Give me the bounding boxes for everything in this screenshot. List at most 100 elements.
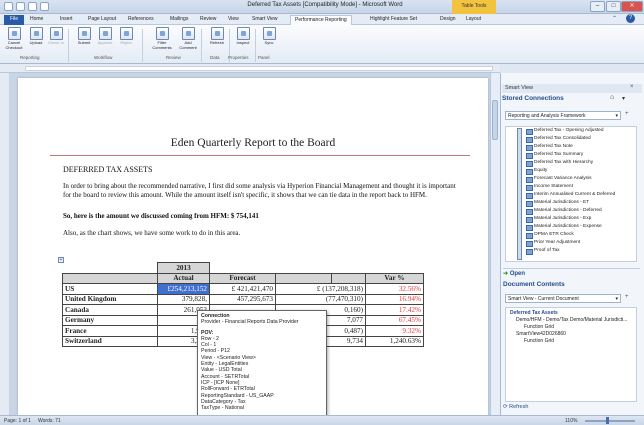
tab-performance-reporting[interactable]: Performance Reporting xyxy=(290,15,352,25)
group-label-panel: Panel xyxy=(258,55,270,60)
tree-item-report[interactable]: Material Jurisdictions - ET xyxy=(525,200,589,207)
doc-tree-root[interactable]: Deferred Tax Assets xyxy=(510,310,558,316)
cell-forecast[interactable]: 457,295,673 xyxy=(209,293,276,305)
close-button[interactable]: ✕ xyxy=(621,1,643,12)
row-label: Switzerland xyxy=(62,335,158,347)
empty-cell xyxy=(210,263,276,274)
tree-item-report[interactable]: Deferred Tax with Hierarchy xyxy=(525,160,593,167)
zoom-level[interactable]: 110% xyxy=(565,418,577,424)
reject-button[interactable]: Reject xyxy=(114,27,138,53)
home-icon[interactable]: ⌂ xyxy=(610,94,614,101)
tree-item-report[interactable]: OPMA ETR Check xyxy=(526,232,574,239)
nav-arrow-icon[interactable]: ▾ xyxy=(622,95,625,102)
maximize-button[interactable]: □ xyxy=(606,1,621,12)
doc-tree-function-grid[interactable]: Function Grid xyxy=(524,338,554,344)
tree-item-report[interactable]: Deferred Tax Summary xyxy=(525,152,583,159)
cell-var-pct[interactable]: 1,240.63% xyxy=(365,335,424,347)
tree-items: Deferred Tax - Opening Adjusted Deferred… xyxy=(520,128,637,262)
group-label-reporting: Reporting xyxy=(20,55,40,60)
cell-actual[interactable]: 379,828, xyxy=(157,293,210,305)
save-icon[interactable] xyxy=(16,2,25,11)
approve-icon xyxy=(98,27,112,40)
check-in-button[interactable]: Check In xyxy=(44,27,68,53)
help-icon[interactable]: ? xyxy=(626,14,635,23)
word-app-icon[interactable] xyxy=(4,2,13,11)
page-count[interactable]: Page: 1 of 1 xyxy=(4,418,31,424)
word-count[interactable]: Words: 71 xyxy=(38,418,61,424)
tree-item-report[interactable]: Forecast Variance Analysis xyxy=(526,176,592,183)
cell-var-pct[interactable]: 67.45% xyxy=(365,314,424,326)
pane-close-icon[interactable]: × xyxy=(630,84,634,90)
tree-item-report[interactable]: Prior Year Adjustment xyxy=(525,240,580,247)
tab-review[interactable]: Review xyxy=(196,15,220,25)
ribbon-collapse-icon[interactable]: ⌃ xyxy=(612,15,617,22)
tree-item-report[interactable]: Material Jurisdictions - Deferred xyxy=(526,208,602,215)
header-forecast: Forecast xyxy=(209,272,276,284)
row-label: United Kingdom xyxy=(62,293,158,305)
tree-item-report[interactable]: Income Statement xyxy=(526,184,573,191)
undo-icon[interactable] xyxy=(28,2,37,11)
tree-item-report[interactable]: Equity xyxy=(525,168,547,175)
doc-tree-connection[interactable]: SmartView42D026860 xyxy=(516,331,566,337)
minimize-button[interactable]: – xyxy=(590,1,605,12)
tab-mailings[interactable]: Mailings xyxy=(166,15,192,25)
cell-variance[interactable]: (77,470,310) xyxy=(275,293,366,305)
add-content-icon[interactable]: + xyxy=(625,294,629,300)
tab-insert[interactable]: Insert xyxy=(56,15,77,25)
tree-item-report[interactable]: Proof of Tax xyxy=(526,248,560,255)
refresh-action[interactable]: ⟳ Refresh xyxy=(503,404,528,410)
refresh-icon xyxy=(210,27,224,40)
tree-item-report[interactable]: Deferred Tax Consolidated xyxy=(526,136,591,143)
header-spacer xyxy=(331,272,366,284)
checkout-icon xyxy=(7,27,21,40)
tab-highlight-feature-set[interactable]: Highlight Feature Set xyxy=(366,15,421,25)
doc-tree-connection[interactable]: Demo/HFM - Demo/Tax Demo/Material Jurisd… xyxy=(516,317,636,323)
add-comment-button[interactable]: Add Comment xyxy=(176,27,200,53)
sync-button[interactable]: Sync xyxy=(257,27,281,53)
refresh-button[interactable]: Refresh xyxy=(205,27,229,53)
connection-select[interactable]: Reporting and Analysis Framework ▾ xyxy=(505,111,621,120)
scrollbar-thumb[interactable] xyxy=(492,100,498,140)
tab-design[interactable]: Design xyxy=(436,15,460,25)
document-select[interactable]: Smart View - Current Document ▾ xyxy=(505,294,621,303)
cell-var-pct[interactable]: 9.32% xyxy=(365,325,424,337)
tab-smart-view[interactable]: Smart View xyxy=(248,15,281,25)
cancel-checkout-button[interactable]: Cancel Checkout xyxy=(2,27,26,53)
doc-tree-function-grid[interactable]: Function Grid xyxy=(524,324,554,330)
add-connection-icon[interactable]: + xyxy=(625,111,629,117)
cell-var-pct[interactable]: 16.94% xyxy=(365,293,424,305)
zoom-slider-thumb[interactable] xyxy=(606,417,609,424)
title-divider xyxy=(50,155,470,156)
tab-view[interactable]: View xyxy=(224,15,243,25)
cell-variance[interactable]: £ (137,208,318) xyxy=(275,283,366,295)
cell-var-pct[interactable]: 32.56% xyxy=(365,283,424,295)
zoom-slider[interactable] xyxy=(585,420,635,422)
filter-comments-button[interactable]: Filter Comments xyxy=(148,27,176,53)
open-action[interactable]: ➜ Open xyxy=(503,268,640,278)
selected-cell-actual[interactable]: £254,213,152 xyxy=(157,283,210,295)
tree-item-report[interactable]: Deferred Tax Note xyxy=(526,144,573,151)
row-label: US xyxy=(62,283,158,295)
empty-cell xyxy=(366,263,424,274)
tree-item-report[interactable]: Interim Annualised Current & Deferred xyxy=(525,192,615,199)
redo-icon[interactable] xyxy=(40,2,49,11)
tab-references[interactable]: References xyxy=(124,15,158,25)
tree-item-report[interactable]: Material Jurisdictions - Exp xyxy=(525,216,591,223)
tab-page-layout[interactable]: Page Layout xyxy=(84,15,120,25)
stored-connections-title: Stored Connections xyxy=(502,95,564,102)
year-header: 2013 xyxy=(157,262,210,274)
tab-home[interactable]: Home xyxy=(26,15,47,25)
table-tools-context-tab: Table Tools xyxy=(452,0,496,14)
open-icon: ➜ xyxy=(503,271,509,277)
tab-file[interactable]: File xyxy=(4,15,25,25)
reject-icon xyxy=(119,27,133,40)
tree-item-report[interactable]: Deferred Tax - Opening Adjusted xyxy=(526,128,604,135)
upload-icon xyxy=(29,27,43,40)
cell-var-pct[interactable]: 17.42% xyxy=(365,304,424,316)
cell-forecast[interactable]: £ 421,421,470 xyxy=(209,283,276,295)
document-contents-tree[interactable]: Deferred Tax Assets Demo/HFM - Demo/Tax … xyxy=(505,307,637,402)
tree-item-report[interactable]: Material Jurisdictions - Expense xyxy=(526,224,602,231)
inspect-button[interactable]: Inspect xyxy=(231,27,255,53)
row-label: Germany xyxy=(62,314,158,326)
tab-layout[interactable]: Layout xyxy=(462,15,485,25)
